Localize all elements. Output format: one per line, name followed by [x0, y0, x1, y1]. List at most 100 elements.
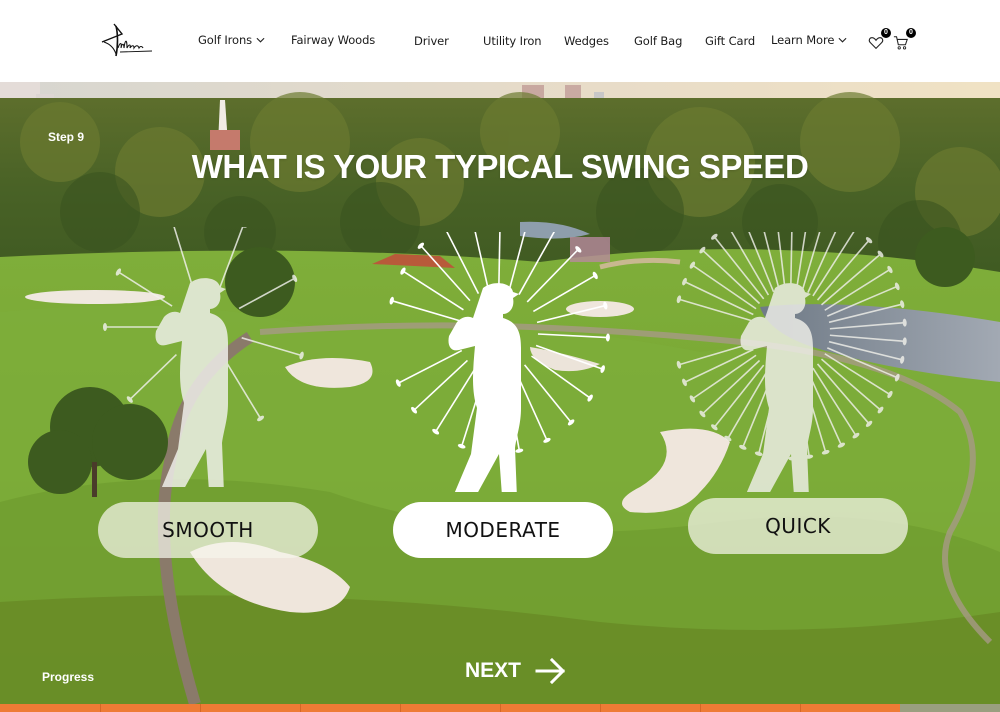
- progress-segment-divider: [800, 704, 801, 712]
- progress-segment-divider: [100, 704, 101, 712]
- club-swing-line: [532, 274, 596, 313]
- club-head: [239, 227, 248, 228]
- progress-segment-divider: [200, 704, 201, 712]
- club-head: [543, 437, 551, 443]
- golfer-silhouette: [155, 278, 228, 487]
- nav-golf-bag-label: Golf Bag: [634, 34, 683, 48]
- club-head: [395, 379, 401, 387]
- step-label: Step 9: [48, 130, 85, 144]
- wishlist-count-badge: 0: [881, 28, 891, 38]
- progress-segment-divider: [400, 704, 401, 712]
- nav-driver-label: Driver: [414, 34, 449, 48]
- club-swing-line: [829, 321, 905, 330]
- club-head: [292, 274, 298, 283]
- next-button-label: NEXT: [465, 659, 522, 682]
- takomo-logo[interactable]: [100, 20, 156, 60]
- club-head: [103, 323, 107, 331]
- nav-learn-more-label: Learn More: [771, 33, 835, 47]
- club-swing-line: [691, 264, 757, 310]
- club-swing-line: [402, 270, 464, 311]
- club-head: [587, 394, 593, 402]
- club-head: [739, 444, 747, 450]
- chevron-down-icon: [256, 37, 265, 43]
- nav-gift-card-label: Gift Card: [705, 34, 756, 48]
- club-swing-line: [748, 232, 775, 293]
- option-quick-label: QUICK: [765, 514, 831, 538]
- option-moderate-button[interactable]: MODERATE: [393, 502, 613, 558]
- club-swing-line: [498, 232, 501, 289]
- nav-wedges-label: Wedges: [564, 34, 609, 48]
- club-swing-line: [391, 299, 460, 322]
- club-swing-line: [678, 298, 752, 322]
- club-swing-line: [218, 227, 244, 289]
- chevron-down-icon: [838, 37, 847, 43]
- nav-gift-card[interactable]: Gift Card: [705, 34, 755, 48]
- club-swing-line: [397, 349, 463, 384]
- club-swing-line: [523, 364, 572, 423]
- nav-utility-iron-label: Utility Iron: [483, 34, 542, 48]
- option-quick-button[interactable]: QUICK: [688, 498, 908, 554]
- club-head: [837, 442, 846, 448]
- club-swing-line: [536, 304, 606, 324]
- club-swing-line: [526, 248, 579, 303]
- club-head: [887, 390, 893, 399]
- club-swing-line: [117, 271, 173, 307]
- progress-segment-divider: [300, 704, 301, 712]
- club-swing-line: [225, 361, 262, 419]
- nav-fairway-woods[interactable]: Fairway Woods: [291, 33, 375, 47]
- club-swing-line: [474, 232, 490, 290]
- club-swing-line: [129, 353, 177, 401]
- club-head: [551, 232, 560, 233]
- club-head: [887, 265, 893, 274]
- nav-golf-irons-label: Golf Irons: [198, 33, 253, 47]
- golfer-slow-swing-icon[interactable]: [95, 227, 315, 487]
- nav-wedges[interactable]: Wedges: [564, 34, 609, 48]
- club-swing-line: [241, 337, 302, 357]
- club-swing-line: [684, 280, 754, 316]
- wishlist-button[interactable]: 0: [868, 28, 891, 51]
- option-moderate-label: MODERATE: [445, 518, 561, 542]
- club-swing-line: [828, 340, 903, 361]
- progress-bar: [0, 704, 1000, 712]
- golfer-moderate-swing-icon[interactable]: [380, 232, 620, 492]
- nav-learn-more[interactable]: Learn More: [771, 33, 847, 47]
- cart-icon: [893, 36, 908, 50]
- progress-segment-divider: [600, 704, 601, 712]
- club-head: [432, 428, 440, 435]
- site-header: Golf Irons Fairway Woods Driver Utility …: [0, 0, 1000, 82]
- next-button[interactable]: NEXT: [465, 654, 567, 688]
- club-swing-line: [238, 277, 296, 310]
- club-swing-line: [790, 232, 793, 289]
- club-head: [902, 337, 907, 346]
- club-swing-line: [413, 359, 469, 411]
- nav-driver[interactable]: Driver: [414, 34, 449, 48]
- option-smooth-label: SMOOTH: [162, 518, 254, 542]
- golfer-fast-swing-icon[interactable]: [672, 232, 912, 492]
- club-head: [689, 261, 696, 269]
- progress-label: Progress: [42, 670, 95, 684]
- club-head: [603, 301, 608, 310]
- club-swing-line: [829, 334, 905, 343]
- nav-golf-bag[interactable]: Golf Bag: [634, 34, 682, 48]
- club-head: [894, 282, 900, 291]
- arrow-right-icon: [535, 657, 566, 685]
- cart-button[interactable]: 0: [893, 28, 916, 51]
- nav-utility-iron[interactable]: Utility Iron: [483, 34, 542, 48]
- club-head: [852, 432, 860, 439]
- club-head: [902, 318, 907, 327]
- club-head: [689, 395, 696, 403]
- option-smooth-button[interactable]: SMOOTH: [98, 502, 318, 558]
- club-swing-line: [446, 232, 480, 294]
- nav-golf-irons[interactable]: Golf Irons: [198, 33, 265, 47]
- club-head: [605, 333, 610, 342]
- club-head: [257, 415, 265, 422]
- club-head: [115, 268, 122, 276]
- club-swing-line: [420, 245, 471, 302]
- club-swing-line: [518, 232, 555, 295]
- club-head: [515, 448, 524, 453]
- club-swing-line: [678, 342, 752, 366]
- club-swing-line: [691, 354, 757, 400]
- club-head: [682, 277, 687, 286]
- progress-segment-divider: [700, 704, 701, 712]
- club-head: [592, 271, 598, 280]
